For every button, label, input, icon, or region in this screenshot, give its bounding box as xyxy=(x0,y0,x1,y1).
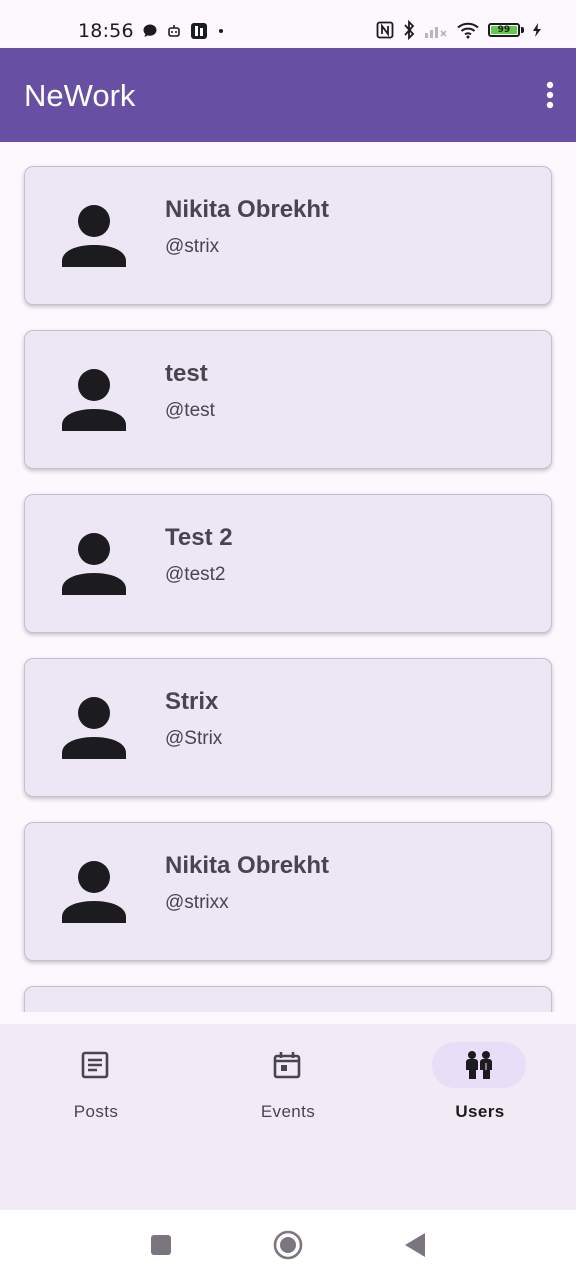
person-avatar-icon xyxy=(62,369,126,431)
more-options-button[interactable] xyxy=(542,78,558,112)
people-icon xyxy=(466,1051,492,1079)
person-avatar-icon xyxy=(62,205,126,267)
cellular-no-signal-icon xyxy=(424,21,448,39)
user-card[interactable]: Strix @Strix xyxy=(24,658,552,797)
user-login: @test xyxy=(165,400,215,421)
back-triangle-icon xyxy=(405,1233,425,1257)
more-vertical-icon xyxy=(546,81,554,109)
bottom-navigation: Posts Events Users xyxy=(0,1024,576,1210)
back-button[interactable] xyxy=(400,1230,430,1260)
recents-button[interactable] xyxy=(146,1230,176,1260)
user-card[interactable]: test @test xyxy=(24,330,552,469)
wifi-icon xyxy=(456,21,480,39)
battery-percent: 99 xyxy=(491,25,517,34)
person-avatar-icon xyxy=(62,533,126,595)
office-app-icon xyxy=(190,22,208,40)
user-login: @strixx xyxy=(165,892,229,913)
status-bar: 18:56 99 xyxy=(0,0,576,48)
article-icon xyxy=(81,1051,109,1079)
user-name: Strix xyxy=(165,688,219,715)
status-right: 99 xyxy=(376,20,542,40)
chat-bubble-icon xyxy=(142,23,158,39)
nav-label-users: Users xyxy=(455,1102,505,1121)
nav-indicator xyxy=(48,1042,142,1088)
user-login: @strix xyxy=(165,236,220,257)
user-name: test xyxy=(165,360,208,387)
user-card[interactable]: Test 2 @test2 xyxy=(24,494,552,633)
status-left: 18:56 xyxy=(78,20,226,42)
user-card[interactable]: Nikita Obrekht @strixx xyxy=(24,822,552,961)
app-bar: NeWork xyxy=(0,48,576,142)
system-navigation-bar xyxy=(0,1210,576,1280)
nav-indicator xyxy=(240,1042,334,1088)
user-login: @Strix xyxy=(165,728,223,749)
person-avatar-icon xyxy=(62,861,126,923)
robot-icon xyxy=(166,23,182,39)
nav-label-events: Events xyxy=(260,1102,316,1121)
battery-icon: 99 xyxy=(488,23,524,37)
person-avatar-icon xyxy=(62,697,126,759)
user-card[interactable]: Nikita Obrekht @strix xyxy=(24,166,552,305)
nav-item-users[interactable]: Users xyxy=(384,1024,576,1210)
notification-dot-icon xyxy=(216,26,226,36)
nav-indicator-active xyxy=(432,1042,526,1088)
nfc-icon xyxy=(376,21,394,39)
user-card-partial[interactable] xyxy=(24,986,552,1012)
bluetooth-icon xyxy=(402,20,416,40)
user-name: Test 2 xyxy=(165,524,233,551)
app-title: NeWork xyxy=(24,78,136,113)
user-login: @test2 xyxy=(165,564,226,585)
home-circle-icon xyxy=(273,1230,303,1260)
status-time: 18:56 xyxy=(78,20,134,42)
user-list[interactable]: Nikita Obrekht @strix test @test Test 2 … xyxy=(0,142,576,1012)
recents-square-icon xyxy=(151,1235,171,1255)
user-name: Nikita Obrekht xyxy=(165,196,330,223)
nav-item-posts[interactable]: Posts xyxy=(0,1024,192,1210)
user-name: Nikita Obrekht xyxy=(165,852,330,879)
calendar-icon xyxy=(273,1052,301,1079)
home-button[interactable] xyxy=(273,1230,303,1260)
nav-item-events[interactable]: Events xyxy=(192,1024,384,1210)
nav-label-posts: Posts xyxy=(73,1102,119,1121)
charging-bolt-icon xyxy=(532,22,542,38)
